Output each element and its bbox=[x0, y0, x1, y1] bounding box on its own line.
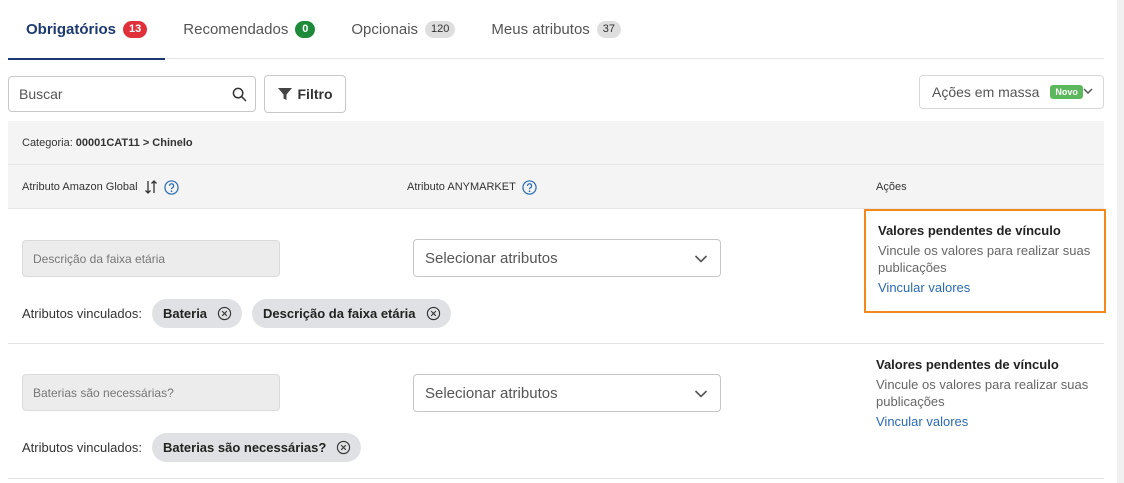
table-header: Atributo Amazon Global Atributo ANYMARKE… bbox=[8, 165, 1104, 209]
chip-label: Bateria bbox=[162, 306, 208, 321]
mass-actions-dropdown[interactable]: Ações em massa Novo bbox=[919, 75, 1104, 109]
action-title: Valores pendentes de vínculo bbox=[878, 223, 1061, 238]
tab-obrigatorios[interactable]: Obrigatórios 13 bbox=[8, 0, 166, 60]
scrollbar-track[interactable] bbox=[1117, 0, 1124, 483]
sort-icon[interactable] bbox=[144, 180, 158, 194]
search-input[interactable] bbox=[9, 77, 223, 111]
tab-meus-atributos[interactable]: Meus atributos 37 bbox=[473, 0, 639, 59]
chevron-down-icon bbox=[694, 255, 708, 263]
pending-values-panel: Valores pendentes de vínculo Vincule os … bbox=[864, 209, 1106, 313]
attribute-tabs: Obrigatórios 13 Recomendados 0 Opcionais… bbox=[8, 0, 640, 60]
tab-label: Recomendados bbox=[183, 21, 289, 38]
header-anymarket: Atributo ANYMARKET bbox=[407, 165, 537, 209]
tab-opcionais[interactable]: Opcionais 120 bbox=[333, 0, 473, 59]
linked-attributes: Atributos vinculados: Baterias são neces… bbox=[22, 433, 371, 462]
action-description: Vincule os valores para realizar suas pu… bbox=[876, 377, 1089, 409]
remove-circle-icon[interactable] bbox=[426, 306, 441, 321]
count-badge: 0 bbox=[295, 21, 316, 38]
category-prefix: Categoria: bbox=[22, 136, 73, 149]
header-actions: Ações bbox=[876, 165, 907, 209]
table-row: Descrição da faixa etária Selecionar atr… bbox=[8, 209, 1106, 344]
help-icon[interactable] bbox=[163, 179, 179, 195]
remove-circle-icon[interactable] bbox=[336, 440, 351, 455]
mass-actions-label: Ações em massa bbox=[932, 84, 1040, 100]
search-icon[interactable] bbox=[223, 87, 255, 102]
anymarket-attribute-select[interactable]: Selecionar atributos bbox=[413, 239, 721, 277]
tab-label: Obrigatórios bbox=[26, 21, 117, 38]
linked-label: Atributos vinculados: bbox=[22, 306, 142, 321]
count-badge: 13 bbox=[123, 21, 148, 38]
linked-label: Atributos vinculados: bbox=[22, 440, 142, 455]
linked-chip: Bateria bbox=[151, 299, 243, 328]
pending-values-panel: Valores pendentes de vínculo Vincule os … bbox=[864, 345, 1106, 449]
select-placeholder: Selecionar atributos bbox=[425, 384, 558, 402]
tab-label: Opcionais bbox=[351, 21, 419, 38]
attributes-table: Categoria: 00001CAT11 > Chinelo Atributo… bbox=[8, 121, 1106, 479]
tab-recomendados[interactable]: Recomendados 0 bbox=[165, 0, 333, 59]
select-placeholder: Selecionar atributos bbox=[425, 249, 558, 267]
header-amazon: Atributo Amazon Global bbox=[22, 165, 179, 209]
category-bar: Categoria: 00001CAT11 > Chinelo bbox=[8, 121, 1104, 165]
link-values-link[interactable]: Vincular valores bbox=[876, 414, 968, 429]
action-title: Valores pendentes de vínculo bbox=[876, 357, 1059, 372]
divider bbox=[640, 58, 1104, 59]
count-badge: 120 bbox=[425, 21, 456, 38]
linked-chip: Descrição da faixa etária bbox=[252, 299, 451, 328]
remove-circle-icon[interactable] bbox=[217, 306, 232, 321]
header-label: Atributo Amazon Global bbox=[22, 181, 138, 193]
chevron-down-icon bbox=[694, 390, 708, 398]
category-value: 00001CAT11 > Chinelo bbox=[75, 136, 193, 149]
link-values-link[interactable]: Vincular valores bbox=[878, 280, 970, 295]
tab-label: Meus atributos bbox=[491, 21, 590, 38]
amazon-attribute-field: Baterias são necessárias? bbox=[22, 374, 280, 411]
amazon-attribute-field: Descrição da faixa etária bbox=[22, 240, 280, 277]
funnel-icon bbox=[277, 88, 292, 100]
count-badge: 37 bbox=[596, 21, 622, 38]
new-badge: Novo bbox=[1050, 85, 1083, 99]
help-icon[interactable] bbox=[522, 179, 537, 195]
header-label: Atributo ANYMARKET bbox=[407, 181, 516, 193]
chip-label: Descrição da faixa etária bbox=[263, 306, 416, 321]
chip-label: Baterias são necessárias? bbox=[162, 440, 327, 455]
search-box bbox=[8, 76, 256, 112]
filter-label: Filtro bbox=[297, 86, 333, 102]
filter-button[interactable]: Filtro bbox=[264, 75, 346, 113]
linked-chip: Baterias são necessárias? bbox=[151, 433, 362, 462]
action-description: Vincule os valores para realizar suas pu… bbox=[878, 243, 1091, 275]
header-label: Ações bbox=[876, 181, 907, 193]
chevron-down-icon bbox=[1083, 88, 1093, 95]
linked-attributes: Atributos vinculados: Bateria Descrição … bbox=[22, 299, 461, 328]
table-row: Baterias são necessárias? Selecionar atr… bbox=[8, 344, 1104, 479]
anymarket-attribute-select[interactable]: Selecionar atributos bbox=[413, 374, 721, 412]
